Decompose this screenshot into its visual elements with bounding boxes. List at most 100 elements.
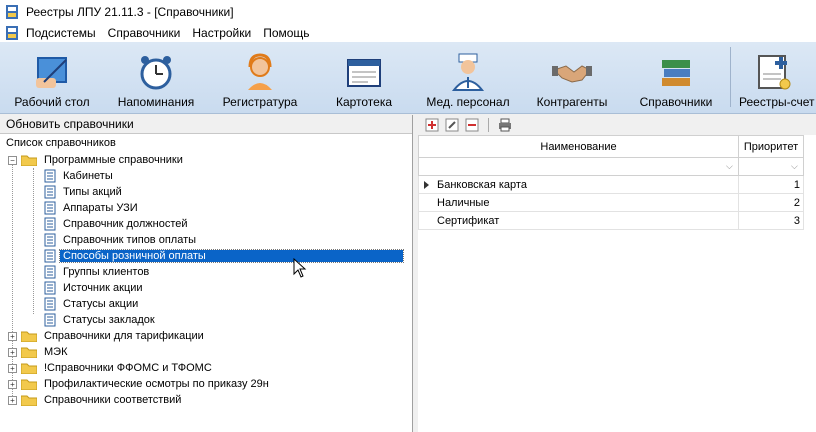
delete-record-button[interactable] <box>464 117 480 133</box>
folder-icon <box>21 347 37 358</box>
tree-node-mek[interactable]: + МЭК <box>0 344 412 360</box>
tree-leaf[interactable]: Источник акции <box>0 280 412 296</box>
expand-icon[interactable]: + <box>8 395 17 405</box>
tree-leaf[interactable]: Справочник должностей <box>0 216 412 232</box>
toolbar-registries-button[interactable]: Реестры-счет <box>733 41 815 113</box>
menu-subsystems[interactable]: Подсистемы <box>26 26 96 40</box>
toolbar-separator <box>488 118 489 132</box>
menu-bar: Подсистемы Справочники Настройки Помощь <box>0 23 816 42</box>
books-icon <box>662 60 690 86</box>
add-icon <box>425 118 439 132</box>
print-button[interactable] <box>497 117 513 133</box>
tree-node-mappings[interactable]: + Справочники соответствий <box>0 392 412 408</box>
reference-book-icon <box>44 249 56 263</box>
priority-cell: 3 <box>738 211 804 230</box>
reference-book-icon <box>44 201 56 215</box>
card-index-icon <box>347 59 381 87</box>
toolbar-label: Напоминания <box>117 95 195 109</box>
filter-row: ⌵ ⌵ <box>417 157 804 176</box>
current-row-indicator-icon <box>424 181 429 189</box>
tree-node-label: Профилактические осмотры по приказу 29н <box>44 378 269 390</box>
toolbar-registry-button[interactable]: Регистратура <box>208 41 312 113</box>
toolbar-staff-button[interactable]: Мед. персонал <box>416 41 520 113</box>
menu-references[interactable]: Справочники <box>108 26 181 40</box>
collapse-icon[interactable]: − <box>8 155 17 165</box>
priority-cell: 2 <box>738 193 804 212</box>
name-cell: Сертификат <box>417 211 740 230</box>
name-cell: Наличные <box>417 193 740 212</box>
toolbar-card-index-button[interactable]: Картотека <box>312 41 416 113</box>
name-filter-cell[interactable]: ⌵ <box>417 157 740 176</box>
tree-leaf[interactable]: Статусы акции <box>0 296 412 312</box>
tree-leaf-label: Статусы закладок <box>63 314 155 326</box>
tree-node-label: !Справочники ФФОМС и ТФОМС <box>44 362 212 374</box>
name-cell: Банковская карта <box>417 175 740 194</box>
tree-leaf[interactable]: Кабинеты <box>0 168 412 184</box>
expand-icon[interactable]: + <box>8 379 17 389</box>
expand-icon[interactable]: + <box>8 347 17 357</box>
tree-leaf-label: Статусы акции <box>63 298 139 310</box>
menu-help[interactable]: Помощь <box>263 26 309 40</box>
tree-node-label: Справочники соответствий <box>44 394 182 406</box>
refresh-references-button[interactable]: Обновить справочники <box>0 115 412 134</box>
tree-leaf-label: Аппараты УЗИ <box>63 202 138 214</box>
reference-book-icon <box>44 297 56 311</box>
tree-leaf[interactable]: Справочник типов оплаты <box>0 232 412 248</box>
toolbar-label: Регистратура <box>222 95 298 109</box>
column-header-priority[interactable]: Приоритет <box>738 135 804 158</box>
chevron-down-icon[interactable]: ⌵ <box>791 162 799 171</box>
desktop-icon <box>36 57 67 88</box>
expand-icon[interactable]: + <box>8 331 17 341</box>
table-row[interactable]: Наличные 2 <box>417 193 804 212</box>
tree-node-label: МЭК <box>44 346 68 358</box>
tree-node-program-references[interactable]: − Программные справочники <box>0 152 412 168</box>
printer-icon <box>499 118 511 132</box>
reference-content-panel: Наименование Приоритет ⌵ ⌵ Банковская ка… <box>417 115 816 432</box>
tree-leaf[interactable]: Типы акций <box>0 184 412 200</box>
expand-icon[interactable]: + <box>8 363 17 373</box>
tree-node-label: Программные справочники <box>44 154 183 166</box>
tree-leaf[interactable]: Аппараты УЗИ <box>0 200 412 216</box>
tree-leaf-selected[interactable]: Способы розничной оплаты <box>0 248 412 264</box>
reference-book-icon <box>44 185 56 199</box>
tree-leaf-label: Справочник должностей <box>63 218 188 230</box>
menu-settings[interactable]: Настройки <box>192 26 251 40</box>
toolbar-references-button[interactable]: Справочники <box>624 41 728 113</box>
title-bar: Реестры ЛПУ 21.11.3 - [Справочники] <box>0 0 816 23</box>
table-row[interactable]: Сертификат 3 <box>417 211 804 230</box>
payment-methods-grid: Наименование Приоритет ⌵ ⌵ Банковская ка… <box>417 135 804 230</box>
grid-toolbar <box>418 115 816 135</box>
tree-node-preventive[interactable]: + Профилактические осмотры по приказу 29… <box>0 376 412 392</box>
add-record-button[interactable] <box>424 117 440 133</box>
priority-filter-cell[interactable]: ⌵ <box>738 157 804 176</box>
column-header-name[interactable]: Наименование <box>417 135 740 158</box>
edit-icon <box>445 118 459 132</box>
folder-icon <box>21 331 37 342</box>
chevron-down-icon[interactable]: ⌵ <box>726 162 734 171</box>
alarm-clock-icon <box>140 56 172 90</box>
references-panel: Обновить справочники Список справочников… <box>0 115 413 432</box>
reference-book-icon <box>44 169 56 183</box>
tree-node-tariff-references[interactable]: + Справочники для тарификации <box>0 328 412 344</box>
tree-leaf[interactable]: Статусы закладок <box>0 312 412 328</box>
edit-record-button[interactable] <box>444 117 460 133</box>
tree-leaf-label: Справочник типов оплаты <box>63 234 197 246</box>
toolbar-label: Контрагенты <box>536 95 608 109</box>
mouse-cursor-icon <box>293 258 307 278</box>
reference-book-icon <box>44 281 56 295</box>
tree-title: Список справочников <box>6 137 116 149</box>
reference-book-icon <box>44 265 56 279</box>
toolbar-contractors-button[interactable]: Контрагенты <box>520 41 624 113</box>
folder-icon <box>21 363 37 374</box>
table-row[interactable]: Банковская карта 1 <box>417 175 804 194</box>
app-menu-icon[interactable] <box>4 25 20 41</box>
main-toolbar: Рабочий стол Напоминания Регистратура Ка… <box>0 42 816 114</box>
handshake-icon <box>552 65 592 83</box>
toolbar-reminders-button[interactable]: Напоминания <box>104 41 208 113</box>
tree-node-ffoms[interactable]: + !Справочники ФФОМС и ТФОМС <box>0 360 412 376</box>
tree-leaf[interactable]: Группы клиентов <box>0 264 412 280</box>
tree-leaf-label: Группы клиентов <box>63 266 150 278</box>
reference-book-icon <box>44 217 56 231</box>
toolbar-desktop-button[interactable]: Рабочий стол <box>0 41 104 113</box>
tree-leaf-label: Способы розничной оплаты <box>59 249 404 263</box>
